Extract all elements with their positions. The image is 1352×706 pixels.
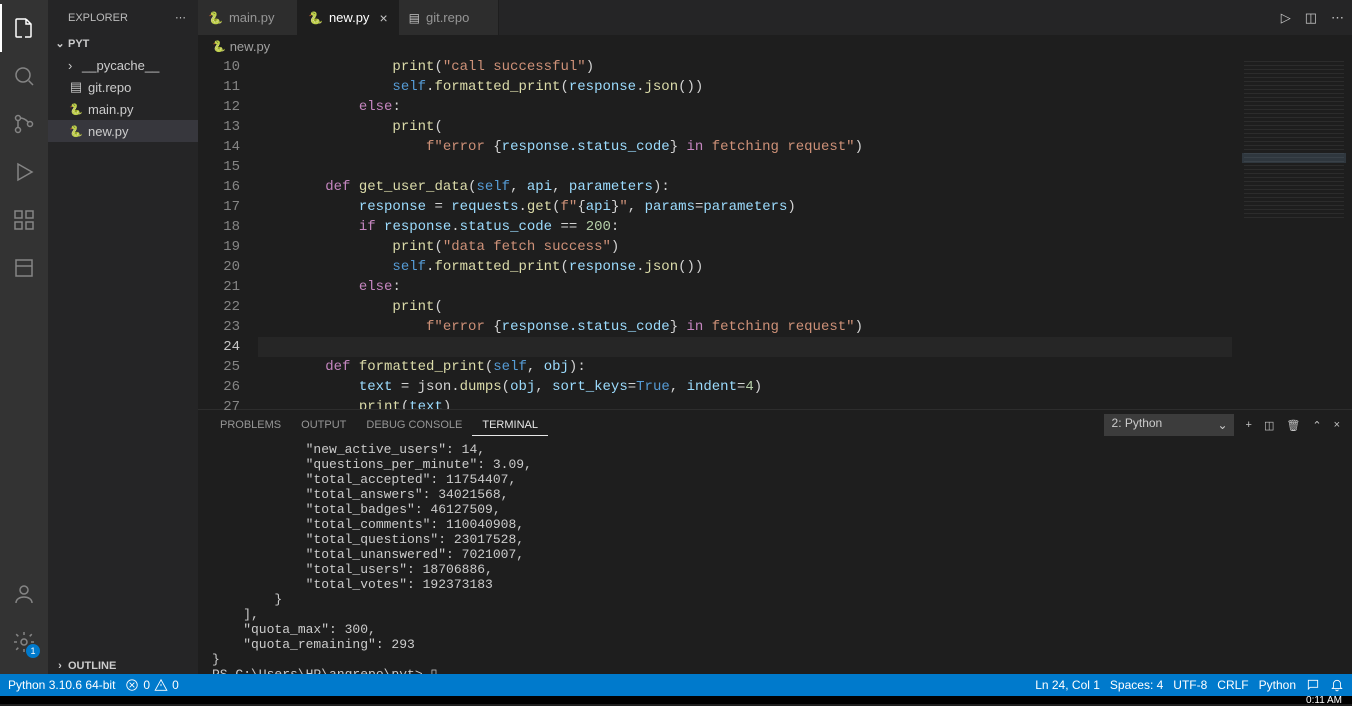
tree-item-gitrepo[interactable]: ▤ git.repo [48,76,198,98]
tab-gitrepo[interactable]: ▤ git.repo [399,0,499,35]
status-lang[interactable]: Python [1259,678,1296,692]
activity-search[interactable] [0,52,48,100]
more-icon[interactable]: ⋯ [1331,10,1344,26]
status-spaces[interactable]: Spaces: 4 [1110,678,1163,692]
maximize-icon[interactable]: ⌃ [1312,419,1321,432]
terminal-output[interactable]: "new_active_users": 14, "questions_per_m… [198,440,1352,674]
new-terminal-icon[interactable]: + [1246,419,1252,431]
minimap[interactable] [1232,57,1352,409]
line-gutter: 101112131415161718192021222324252627 [198,57,258,409]
tab-mainpy[interactable]: 🐍 main.py [198,0,298,35]
code-content[interactable]: print("call successful") self.formatted_… [258,57,1232,409]
status-eol[interactable]: CRLF [1217,678,1248,692]
activity-run-debug[interactable] [0,148,48,196]
chevron-down-icon: ⌄ [52,37,68,50]
chevron-right-icon: › [52,660,68,672]
breadcrumb[interactable]: 🐍 new.py [198,35,1352,57]
activity-explorer[interactable] [0,4,48,52]
split-terminal-icon[interactable]: ◫ [1264,419,1274,432]
minimap-preview [1244,61,1344,221]
tab-label: git.repo [426,10,469,25]
tree-label: git.repo [88,80,131,95]
python-icon: 🐍 [208,11,223,25]
python-icon: 🐍 [68,101,84,117]
activity-bar: 1 [0,0,48,674]
status-errors-count: 0 [143,678,150,692]
terminal-selector-label: 2: Python [1104,414,1234,436]
status-warnings-count: 0 [172,678,179,692]
tree-item-newpy[interactable]: 🐍 new.py [48,120,198,142]
tab-label: new.py [329,10,369,25]
outline-label: OUTLINE [68,660,116,672]
status-bell-icon[interactable] [1330,678,1344,692]
python-icon: 🐍 [68,123,84,139]
status-feedback-icon[interactable] [1306,678,1320,692]
tree-item-pycache[interactable]: › __pycache__ [48,54,198,76]
editor-tabs: 🐍 main.py 🐍 new.py × ▤ git.repo ▷ ◫ ⋯ [198,0,1352,35]
tab-label: main.py [229,10,275,25]
close-panel-icon[interactable]: × [1334,419,1340,431]
status-encoding[interactable]: UTF-8 [1173,678,1207,692]
panel-tabs: PROBLEMS OUTPUT DEBUG CONSOLE TERMINAL 2… [198,410,1352,440]
file-tree: › __pycache__ ▤ git.repo 🐍 main.py 🐍 new… [48,52,198,144]
sidebar-title-row: EXPLORER ⋯ [48,0,198,35]
sidebar: EXPLORER ⋯ ⌄ PYT › __pycache__ ▤ git.rep… [48,0,198,674]
activity-source-control[interactable] [0,100,48,148]
tree-label: main.py [88,102,134,117]
editor-actions: ▷ ◫ ⋯ [1281,0,1352,35]
sidebar-title: EXPLORER [68,12,128,24]
settings-badge: 1 [26,644,40,658]
folder-name: PYT [68,38,89,50]
chevron-right-icon: › [68,58,80,73]
editor-body[interactable]: 101112131415161718192021222324252627 pri… [198,57,1352,409]
activity-accounts[interactable] [0,570,48,618]
status-bar: Python 3.10.6 64-bit 0 0 Ln 24, Col 1 Sp… [0,674,1352,696]
run-icon[interactable]: ▷ [1281,10,1291,26]
os-taskbar: 0:11 AM [0,696,1352,704]
python-icon: 🐍 [308,11,323,25]
activity-layout[interactable] [0,244,48,292]
activity-extensions[interactable] [0,196,48,244]
minimap-viewport[interactable] [1242,153,1346,163]
close-icon[interactable]: × [379,10,387,26]
activity-settings[interactable]: 1 [0,618,48,666]
outline-header[interactable]: › OUTLINE [48,658,198,674]
panel-tab-terminal[interactable]: TERMINAL [472,415,548,436]
tab-newpy[interactable]: 🐍 new.py × [298,0,399,35]
tree-item-mainpy[interactable]: 🐍 main.py [48,98,198,120]
tree-label: __pycache__ [82,58,159,73]
panel-tab-debug[interactable]: DEBUG CONSOLE [356,415,472,435]
status-errors[interactable]: 0 0 [125,678,178,692]
terminal-selector[interactable]: 2: Python [1104,414,1234,436]
status-interpreter[interactable]: Python 3.10.6 64-bit [8,678,115,692]
panel-tab-output[interactable]: OUTPUT [291,415,356,435]
bottom-panel: PROBLEMS OUTPUT DEBUG CONSOLE TERMINAL 2… [198,409,1352,674]
split-editor-icon[interactable]: ◫ [1305,10,1317,26]
file-icon: ▤ [409,11,420,25]
sidebar-more-icon[interactable]: ⋯ [171,9,190,26]
editor-area: 🐍 main.py 🐍 new.py × ▤ git.repo ▷ ◫ ⋯ [198,0,1352,674]
status-cursor[interactable]: Ln 24, Col 1 [1035,678,1100,692]
panel-tab-problems[interactable]: PROBLEMS [210,415,291,435]
trash-icon[interactable]: 🗑 [1286,419,1300,432]
file-icon: ▤ [68,79,84,95]
python-icon: 🐍 [212,40,226,53]
folder-header[interactable]: ⌄ PYT [48,35,198,52]
breadcrumb-label: new.py [230,39,270,54]
tree-label: new.py [88,124,128,139]
